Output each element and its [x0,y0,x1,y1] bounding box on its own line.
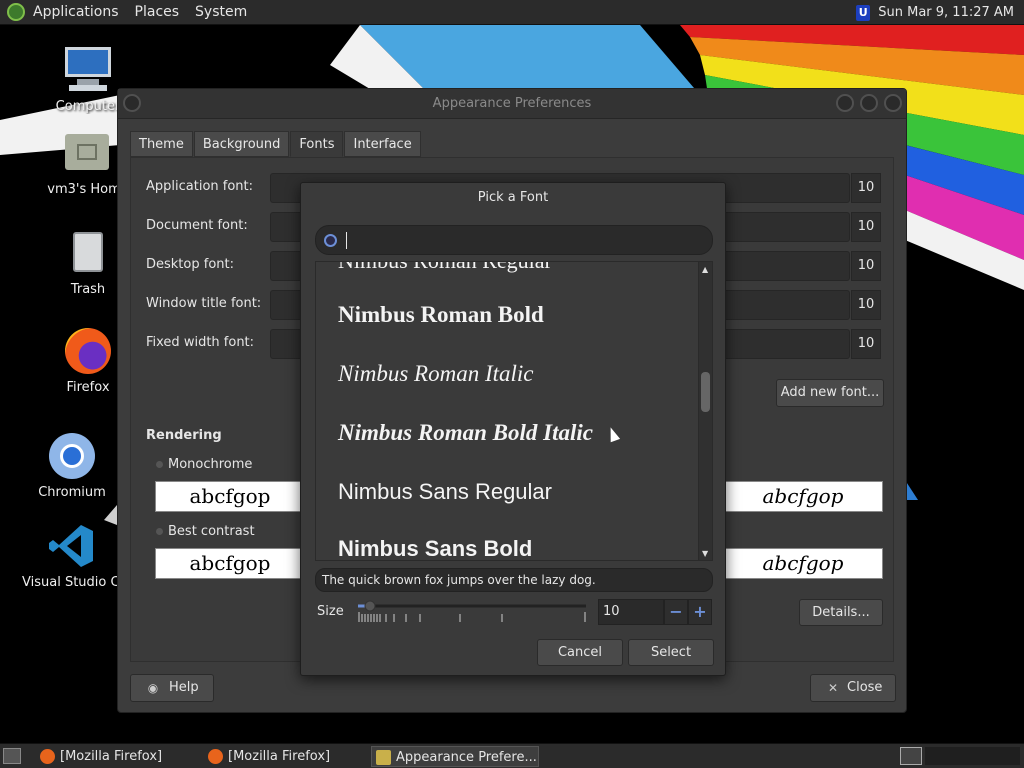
tab-interface[interactable]: Interface [344,131,421,157]
desktop-icon-chromium[interactable]: Chromium [22,431,122,500]
system-tray: U Sun Mar 9, 11:27 AM [856,0,1014,25]
search-icon [324,234,337,247]
radio-icon[interactable] [156,461,163,468]
close-window-icon[interactable] [884,94,902,112]
text-caret [346,232,347,249]
maximize-icon[interactable] [860,94,878,112]
font-item-nimbus-sans-bold[interactable]: Nimbus Sans Bold [338,536,532,560]
window-title: Appearance Preferences [432,96,592,111]
trash-icon [63,228,113,278]
task-label: Appearance Prefere... [396,750,537,765]
desktop-icon-label: Visual Studio Code [22,575,122,590]
workspace-switcher[interactable] [925,747,1020,765]
size-slider[interactable] [356,600,588,624]
window-menu-icon[interactable] [123,94,141,112]
task-label: [Mozilla Firefox] [60,749,163,764]
home-folder-icon [63,128,113,178]
task-label: [Mozilla Firefox] [228,749,331,764]
size-label: Size [317,604,344,619]
desktop-icon-vscode[interactable]: Visual Studio Code [22,521,122,590]
increase-size-button[interactable]: + [688,599,712,625]
monochrome-option[interactable]: Monochrome [156,457,252,472]
best-contrast-sample: abcfgop [155,548,305,579]
vscode-icon [47,521,97,571]
tab-background[interactable]: Background [193,131,290,157]
font-item-nimbus-roman-italic[interactable]: Nimbus Roman Italic [338,361,534,387]
desktop-font-label: Desktop font: [146,257,234,272]
window-titlebar[interactable]: Appearance Preferences [118,89,906,119]
decrease-size-button[interactable]: − [664,599,688,625]
appearance-icon [376,750,391,765]
applications-logo-icon[interactable] [7,3,25,21]
clock[interactable]: Sun Mar 9, 11:27 AM [878,5,1014,20]
taskbar-item-appearance-preferences[interactable]: Appearance Prefere... [371,746,539,767]
menu-system[interactable]: System [187,0,255,25]
font-search-input[interactable] [315,225,713,255]
minimize-icon[interactable] [836,94,854,112]
font-preview-field[interactable]: The quick brown fox jumps over the lazy … [315,568,713,592]
pick-a-font-dialog: Pick a Font Nimbus Roman Regular Nimbus … [300,182,726,676]
size-value-input[interactable]: 10 [598,599,664,625]
application-font-label: Application font: [146,179,254,194]
help-button[interactable]: ◉ Help [130,674,214,702]
window-title-font-size[interactable]: 10 [851,290,881,320]
font-list: Nimbus Roman Regular Nimbus Roman Bold N… [315,261,713,561]
cancel-button[interactable]: Cancel [537,639,623,666]
taskbar-item-firefox-2[interactable]: [Mozilla Firefox] [204,746,369,767]
tab-fonts[interactable]: Fonts [290,131,344,157]
rendering-heading: Rendering [146,428,222,443]
close-button[interactable]: ✕ Close [810,674,896,702]
font-item-nimbus-roman-bold-italic[interactable]: Nimbus Roman Bold Italic [338,420,593,446]
desktop-icon-label: Chromium [38,485,106,500]
firefox-icon [40,749,55,764]
window-title-font-label: Window title font: [146,296,262,311]
top-panel: Applications Places System U Sun Mar 9, … [0,0,1024,25]
taskbar-item-firefox-1[interactable]: [Mozilla Firefox] [36,746,201,767]
scrollbar-thumb[interactable] [701,372,710,412]
best-contrast-option[interactable]: Best contrast [156,524,255,539]
font-item-nimbus-sans-regular[interactable]: Nimbus Sans Regular [338,479,552,505]
bottom-taskbar: [Mozilla Firefox] [Mozilla Firefox] Appe… [0,743,1024,768]
application-font-size[interactable]: 10 [851,173,881,203]
workspace-switcher-icon[interactable] [900,747,922,765]
best-contrast-sample-right: abcfgop [723,548,883,579]
font-list-scrollbar[interactable]: ▲ ▼ [698,262,712,560]
scroll-down-arrow-icon[interactable]: ▼ [702,549,708,558]
fixed-width-font-size[interactable]: 10 [851,329,881,359]
select-button[interactable]: Select [628,639,714,666]
menu-applications[interactable]: Applications [25,0,127,25]
font-item-nimbus-roman-regular[interactable]: Nimbus Roman Regular [338,262,552,274]
firefox-icon [208,749,223,764]
radio-icon[interactable] [156,528,163,535]
fixed-width-font-label: Fixed width font: [146,335,255,350]
menu-places[interactable]: Places [127,0,188,25]
font-item-nimbus-roman-bold[interactable]: Nimbus Roman Bold [338,302,544,328]
update-notifier-icon[interactable]: U [856,4,871,21]
firefox-icon [63,326,113,376]
tab-theme[interactable]: Theme [130,131,193,157]
document-font-label: Document font: [146,218,248,233]
close-label: Close [847,680,883,695]
scroll-up-arrow-icon[interactable]: ▲ [702,265,708,274]
monochrome-label: Monochrome [168,457,253,472]
dialog-title: Pick a Font [477,190,549,205]
help-icon: ◉ [147,681,159,695]
help-label: Help [169,680,199,695]
computer-icon [63,45,113,95]
details-button[interactable]: Details... [799,599,883,626]
desktop-font-size[interactable]: 10 [851,251,881,281]
add-new-font-button[interactable]: Add new font... [776,379,884,407]
tab-bar: Theme Background Fonts Interface [130,131,422,157]
document-font-size[interactable]: 10 [851,212,881,242]
best-contrast-label: Best contrast [168,524,255,539]
show-desktop-icon[interactable] [3,748,21,764]
monochrome-sample: abcfgop [155,481,305,512]
monochrome-sample-right: abcfgop [723,481,883,512]
chromium-icon [47,431,97,481]
close-icon: ✕ [827,681,839,695]
